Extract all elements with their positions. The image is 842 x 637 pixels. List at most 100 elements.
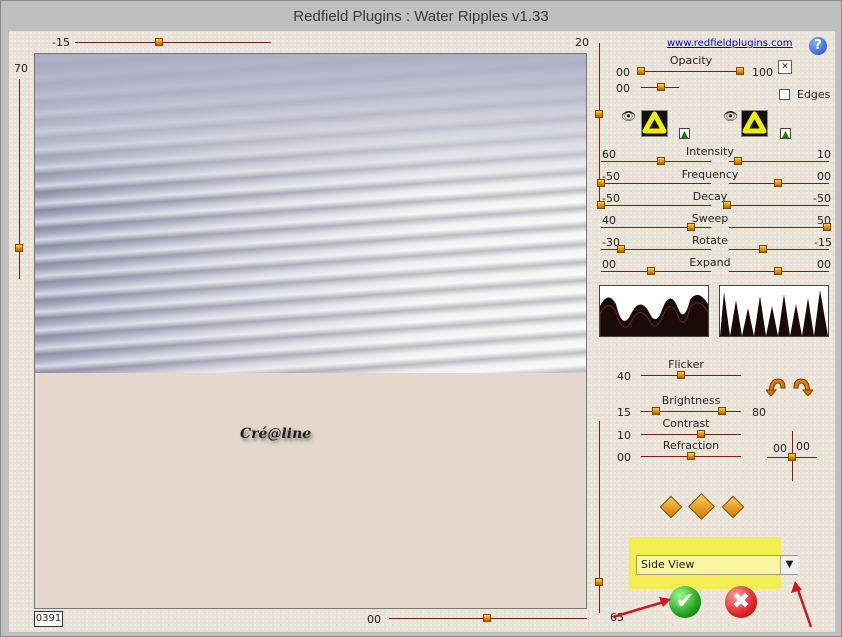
- brightness-thumb-left[interactable]: [652, 407, 660, 415]
- rotate-thumb-left[interactable]: [617, 245, 625, 253]
- edges-checkbox[interactable]: [779, 89, 790, 100]
- wave-profile-left[interactable]: [599, 285, 709, 337]
- random-dice-icon-center[interactable]: [688, 493, 715, 520]
- shape-up-icon-right[interactable]: [780, 128, 791, 139]
- help-icon[interactable]: ?: [809, 37, 827, 55]
- rotate-track-right[interactable]: [729, 249, 829, 250]
- opacity-second-value: 00: [616, 82, 630, 95]
- dialog-client: -15 20 70 Cré@line 65 0391 00 www.redfie…: [9, 31, 835, 632]
- frequency-thumb-left[interactable]: [597, 179, 605, 187]
- intensity-left-value: 60: [602, 148, 616, 161]
- top-slider-thumb[interactable]: [155, 38, 163, 46]
- decay-track-right[interactable]: [729, 205, 829, 206]
- sweep-label: Sweep: [691, 212, 729, 225]
- position-x-value: 00: [773, 442, 787, 455]
- rotate-label: Rotate: [691, 234, 728, 247]
- reset-icon[interactable]: ✕: [778, 60, 792, 74]
- sweep-thumb-right[interactable]: [823, 223, 831, 231]
- random-dice-icon-left[interactable]: [659, 495, 683, 519]
- edges-label: Edges: [797, 88, 831, 101]
- title-bar: Redfield Plugins : Water Ripples v1.33: [1, 1, 841, 31]
- window-title: Redfield Plugins : Water Ripples v1.33: [293, 7, 549, 25]
- wave-profile-right[interactable]: [719, 285, 829, 337]
- decay-track-left[interactable]: [601, 205, 711, 206]
- shape-up-icon-left[interactable]: [679, 128, 690, 139]
- annotation-arrow-ok-icon: [609, 591, 679, 621]
- rotate-thumb-right[interactable]: [759, 245, 767, 253]
- flicker-label: Flicker: [668, 358, 704, 371]
- bottom-slider-thumb[interactable]: [483, 614, 491, 622]
- decay-right-value: -50: [813, 192, 831, 205]
- position-y-value: 00: [796, 440, 810, 453]
- expand-track-left[interactable]: [601, 271, 711, 272]
- left-slider-value: 70: [14, 62, 28, 75]
- contrast-value: 10: [617, 429, 631, 442]
- expand-thumb-left[interactable]: [647, 267, 655, 275]
- flicker-value: 40: [617, 370, 631, 383]
- position-thumb[interactable]: [788, 453, 796, 461]
- view-select[interactable]: Side View: [636, 555, 798, 575]
- sweep-track-right[interactable]: [729, 227, 829, 228]
- ripple-shape-icon-right[interactable]: [741, 110, 768, 137]
- expand-right-value: 00: [817, 258, 831, 271]
- chevron-down-icon[interactable]: ▼: [780, 556, 798, 574]
- expand-thumb-right[interactable]: [774, 267, 782, 275]
- opacity-second-thumb[interactable]: [657, 83, 665, 91]
- opacity-left-value: 00: [616, 66, 630, 79]
- opacity-label: Opacity: [669, 54, 713, 67]
- annotation-arrow-select-icon: [789, 577, 817, 631]
- preview-canvas[interactable]: Cré@line: [34, 53, 587, 609]
- view-select-value: Side View: [641, 558, 695, 571]
- bottom-slider-value: 00: [367, 613, 381, 626]
- frequency-right-value: 00: [817, 170, 831, 183]
- contrast-label: Contrast: [662, 417, 710, 430]
- flicker-track[interactable]: [641, 375, 741, 376]
- ripple-shape-icon-left[interactable]: [641, 110, 668, 137]
- intensity-track-right[interactable]: [729, 161, 829, 162]
- sweep-thumb-left[interactable]: [687, 223, 695, 231]
- brightness-thumb-right[interactable]: [718, 407, 726, 415]
- refraction-value: 00: [617, 451, 631, 464]
- rotate-right-icon[interactable]: [791, 376, 815, 397]
- top-slider-track[interactable]: [75, 42, 271, 43]
- flicker-thumb[interactable]: [677, 371, 685, 379]
- brightness-label: Brightness: [661, 394, 721, 407]
- opacity-right-value: 100: [752, 66, 773, 79]
- contrast-thumb[interactable]: [697, 430, 705, 438]
- opacity-thumb-left[interactable]: [637, 67, 645, 75]
- opacity-track[interactable]: [639, 71, 743, 72]
- expand-left-value: 00: [602, 258, 616, 271]
- brightness-right-value: 80: [752, 406, 766, 419]
- top-slider-max: 20: [575, 36, 589, 49]
- eye-icon-right[interactable]: 👁: [723, 109, 738, 123]
- frame-counter: 0391: [34, 611, 63, 627]
- contrast-track[interactable]: [641, 434, 741, 435]
- top-slider-min: -15: [52, 36, 70, 49]
- frequency-thumb-right[interactable]: [774, 179, 782, 187]
- frequency-label: Frequency: [681, 168, 739, 181]
- decay-label: Decay: [692, 190, 728, 203]
- rotate-left-icon[interactable]: [764, 376, 788, 397]
- left-slider-thumb[interactable]: [15, 244, 23, 252]
- ripple-preview-shading: [35, 54, 586, 194]
- website-link[interactable]: www.redfieldplugins.com: [667, 38, 792, 49]
- brightness-left-value: 15: [617, 406, 631, 419]
- decay-thumb-left[interactable]: [597, 201, 605, 209]
- rotate-right-value: -15: [814, 236, 832, 249]
- random-dice-icon-right[interactable]: [721, 495, 745, 519]
- right-upper-vthumb[interactable]: [595, 110, 603, 118]
- decay-thumb-right[interactable]: [723, 201, 731, 209]
- plugin-window: Redfield Plugins : Water Ripples v1.33 -…: [0, 0, 842, 637]
- watermark-text: Cré@line: [240, 426, 312, 442]
- intensity-thumb-right[interactable]: [734, 157, 742, 165]
- refraction-thumb[interactable]: [687, 452, 695, 460]
- right-lower-vthumb[interactable]: [595, 578, 603, 586]
- intensity-track-left[interactable]: [601, 161, 711, 162]
- cancel-button[interactable]: ✖: [725, 586, 757, 618]
- intensity-thumb-left[interactable]: [657, 157, 665, 165]
- sweep-left-value: 40: [602, 214, 616, 227]
- opacity-thumb-right[interactable]: [736, 67, 744, 75]
- frequency-track-left[interactable]: [601, 183, 711, 184]
- eye-icon-left[interactable]: 👁: [621, 109, 636, 123]
- intensity-right-value: 10: [817, 148, 831, 161]
